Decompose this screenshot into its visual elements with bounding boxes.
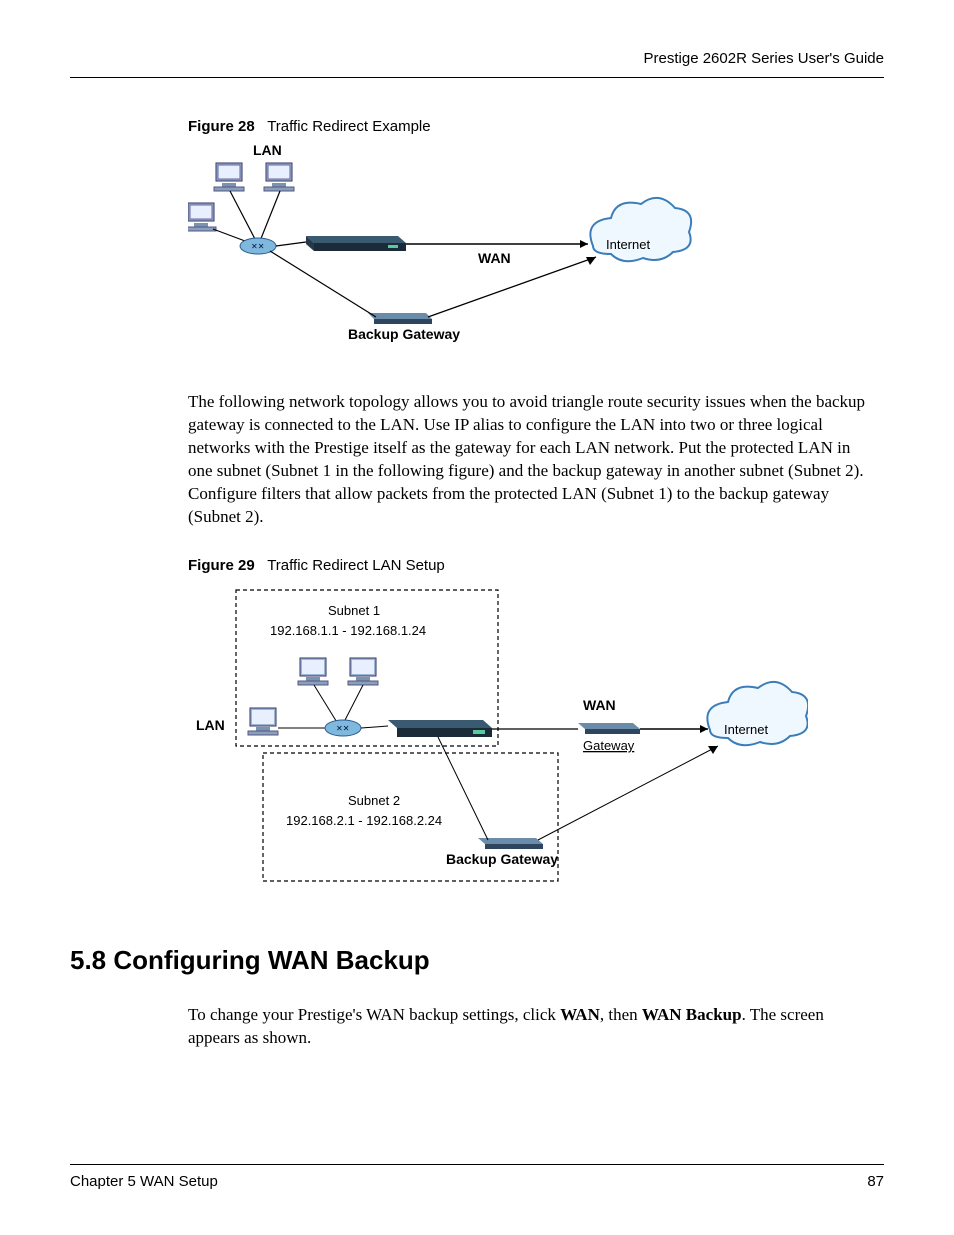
bold-wan: WAN — [560, 1005, 600, 1024]
figure-29-text: Traffic Redirect LAN Setup — [267, 557, 445, 574]
figure-28-diagram: LAN ✕✕ — [188, 141, 884, 361]
figure-28-backup-label: Backup Gateway — [348, 326, 460, 342]
backup-gateway-icon — [368, 313, 432, 324]
figure-28-text: Traffic Redirect Example — [267, 118, 430, 135]
figure-29-diagram: Subnet 1 192.168.1.1 - 192.168.1.24 LAN — [188, 580, 884, 905]
pc-icon — [298, 658, 328, 685]
figure-29-internet-label: Internet — [724, 722, 768, 737]
internet-cloud-icon: Internet — [707, 682, 808, 745]
subnet1-title: Subnet 1 — [328, 603, 380, 618]
figure-29-lan-label: LAN — [196, 717, 225, 733]
subnet1-range: 192.168.1.1 - 192.168.1.24 — [270, 623, 426, 638]
figure-29-prefix: Figure 29 — [188, 557, 255, 574]
pc-icon — [264, 163, 294, 191]
body-paragraph-1: The following network topology allows yo… — [188, 391, 869, 529]
svg-text:✕✕: ✕✕ — [251, 242, 264, 251]
footer-page-number: 87 — [867, 1173, 884, 1190]
figure-28-wan-label: WAN — [478, 250, 511, 266]
bold-wan-backup: WAN Backup — [642, 1005, 742, 1024]
figure-29-wan-label: WAN — [583, 697, 616, 713]
prestige-device-icon — [388, 720, 492, 737]
page-header: Prestige 2602R Series User's Guide — [70, 50, 884, 78]
gateway-icon — [578, 723, 640, 734]
pc-icon — [248, 708, 278, 735]
figure-29-gateway-label: Gateway — [583, 738, 635, 753]
svg-text:✕✕: ✕✕ — [336, 724, 349, 733]
figure-29-caption: Figure 29 Traffic Redirect LAN Setup — [188, 557, 884, 574]
figure-28-prefix: Figure 28 — [188, 118, 255, 135]
page-footer: Chapter 5 WAN Setup 87 — [70, 1164, 884, 1190]
pc-icon — [214, 163, 244, 191]
section-5-8-heading: 5.8 Configuring WAN Backup — [70, 945, 884, 976]
subnet2-title: Subnet 2 — [348, 793, 400, 808]
para-text: , then — [600, 1005, 642, 1024]
footer-chapter: Chapter 5 WAN Setup — [70, 1173, 218, 1190]
para-text: To change your Prestige's WAN backup set… — [188, 1005, 560, 1024]
figure-28-internet-label: Internet — [606, 237, 650, 252]
internet-cloud-icon: Internet — [590, 198, 691, 261]
section-5-8-paragraph: To change your Prestige's WAN backup set… — [188, 1004, 869, 1050]
figure-29-backup-label: Backup Gateway — [446, 851, 558, 867]
subnet2-range: 192.168.2.1 - 192.168.2.24 — [286, 813, 442, 828]
figure-28-lan-label: LAN — [253, 142, 282, 158]
figure-28-caption: Figure 28 Traffic Redirect Example — [188, 118, 884, 135]
pc-icon — [188, 203, 216, 231]
pc-icon — [348, 658, 378, 685]
guide-title: Prestige 2602R Series User's Guide — [644, 50, 884, 67]
prestige-device-icon — [306, 236, 406, 251]
